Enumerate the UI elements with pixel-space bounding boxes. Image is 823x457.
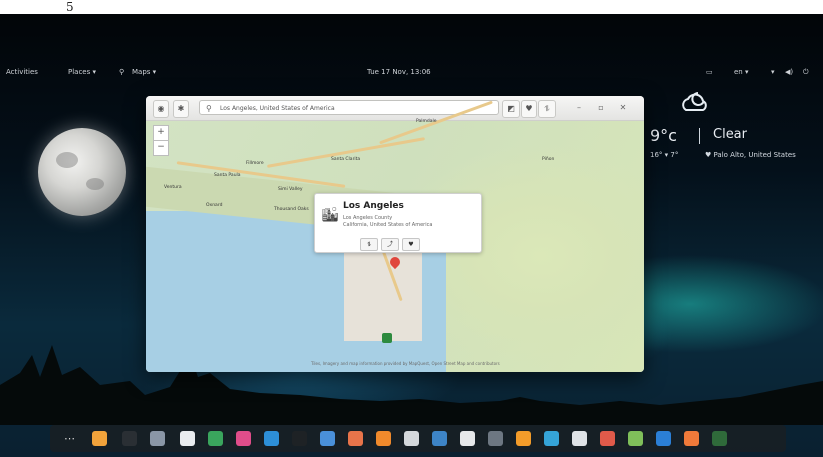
- popup-region: California, United States of America: [343, 222, 433, 228]
- weather-location-text: Palo Alto, United States: [713, 151, 796, 159]
- minimize-button[interactable]: –: [572, 100, 586, 116]
- dock: ⋯: [50, 425, 786, 452]
- terminal-icon[interactable]: [122, 431, 137, 446]
- location-button[interactable]: ◉: [153, 100, 169, 118]
- stray-glyph: 5: [66, 0, 74, 14]
- city-area: [344, 249, 422, 341]
- weather-location: ♥ Palo Alto, United States: [705, 151, 796, 159]
- map-label: Palmdale: [416, 119, 437, 124]
- highway: [266, 137, 426, 168]
- video-icon[interactable]: [264, 431, 279, 446]
- popup-route-button[interactable]: ⥮: [360, 238, 378, 251]
- text-editor-icon[interactable]: [180, 431, 195, 446]
- image-viewer-icon[interactable]: [150, 431, 165, 446]
- weather-divider: [699, 128, 700, 144]
- music-icon[interactable]: [236, 431, 251, 446]
- printer-icon[interactable]: [404, 431, 419, 446]
- paint-icon[interactable]: [572, 431, 587, 446]
- activities-button[interactable]: Activities: [6, 64, 38, 80]
- maps-header-bar: ◉ ✱ ⚲ Los Angeles, United States of Amer…: [146, 96, 644, 121]
- map-label: Fillmore: [246, 161, 264, 166]
- popup-title: Los Angeles: [343, 201, 404, 211]
- green-marker-icon[interactable]: [382, 333, 392, 343]
- map-label: Santa Clarita: [331, 157, 361, 162]
- keyboard-layout-menu[interactable]: en ▾: [734, 64, 748, 80]
- map-label: Simi Valley: [278, 187, 303, 192]
- mail-icon[interactable]: [320, 431, 335, 446]
- map-label: Santa Paula: [214, 173, 241, 178]
- map-label: Thousand Oaks: [274, 207, 309, 212]
- zoom-in-button[interactable]: +: [153, 125, 169, 141]
- map-label: Oxnard: [206, 203, 223, 208]
- fox-icon[interactable]: [684, 431, 699, 446]
- software-icon[interactable]: [348, 431, 363, 446]
- search-input[interactable]: ⚲ Los Angeles, United States of America: [199, 100, 499, 115]
- route-button[interactable]: ⥮: [538, 100, 556, 118]
- calendar-icon[interactable]: [432, 431, 447, 446]
- documents-icon[interactable]: [376, 431, 391, 446]
- search-icon: ⚲: [206, 104, 212, 113]
- layers-button[interactable]: ✱: [173, 100, 189, 118]
- tasks-icon[interactable]: [628, 431, 643, 446]
- favorites-button[interactable]: ♥: [521, 100, 537, 118]
- map-type-button[interactable]: ◩: [502, 100, 520, 118]
- maximize-button[interactable]: ▫: [594, 100, 608, 116]
- weather-condition: Clear: [713, 127, 747, 142]
- camera-icon[interactable]: [292, 431, 307, 446]
- city-icon: 🏙: [321, 207, 339, 223]
- app-grid-icon[interactable]: ⋯: [62, 431, 77, 446]
- network-icon[interactable]: ▾: [771, 64, 775, 80]
- map-view[interactable]: + − Palmdale Santa Clarita Ventura Oxnar…: [146, 100, 644, 372]
- maps-app-icon[interactable]: ⚲: [119, 64, 124, 80]
- popup-share-button[interactable]: ⤴: [381, 238, 399, 251]
- maps-window: ◉ ✱ ⚲ Los Angeles, United States of Amer…: [146, 96, 644, 372]
- maps-app-menu[interactable]: Maps ▾: [132, 64, 156, 80]
- weather-range: 16° ▾ 7°: [650, 151, 679, 159]
- chrome-icon[interactable]: [712, 431, 727, 446]
- shield-icon[interactable]: [208, 431, 223, 446]
- moon-image: [38, 128, 126, 216]
- browser-icon[interactable]: [544, 431, 559, 446]
- search-value: Los Angeles, United States of America: [220, 105, 335, 112]
- map-label: Piñon: [542, 157, 555, 162]
- globe-icon[interactable]: [656, 431, 671, 446]
- map-label: Ventura: [164, 185, 182, 190]
- display-icon[interactable]: ▭: [706, 64, 713, 80]
- popup-favorite-button[interactable]: ♥: [402, 238, 420, 251]
- panel-clock[interactable]: Tue 17 Nov, 13:06: [367, 64, 431, 80]
- places-menu[interactable]: Places ▾: [68, 64, 96, 80]
- close-button[interactable]: ✕: [616, 100, 630, 116]
- volume-icon[interactable]: ◀): [785, 64, 793, 80]
- cloud-night-icon: [682, 92, 707, 111]
- zoom-out-button[interactable]: −: [153, 140, 169, 156]
- power-icon[interactable]: ⏻: [803, 64, 809, 80]
- place-popup: 🏙 Los Angeles Los Angeles County Califor…: [314, 193, 482, 253]
- files-icon[interactable]: [92, 431, 107, 446]
- weather-temperature: 9°c: [650, 126, 677, 145]
- top-panel: Activities Places ▾ ⚲ Maps ▾ Tue 17 Nov,…: [0, 64, 823, 80]
- puzzle-icon[interactable]: [600, 431, 615, 446]
- screen-top-margin: [0, 0, 823, 14]
- popup-county: Los Angeles County: [343, 215, 393, 221]
- archive-icon[interactable]: [516, 431, 531, 446]
- notes-icon[interactable]: [460, 431, 475, 446]
- settings-icon[interactable]: [488, 431, 503, 446]
- map-attribution: Tiles, Imagery and map information provi…: [311, 361, 500, 366]
